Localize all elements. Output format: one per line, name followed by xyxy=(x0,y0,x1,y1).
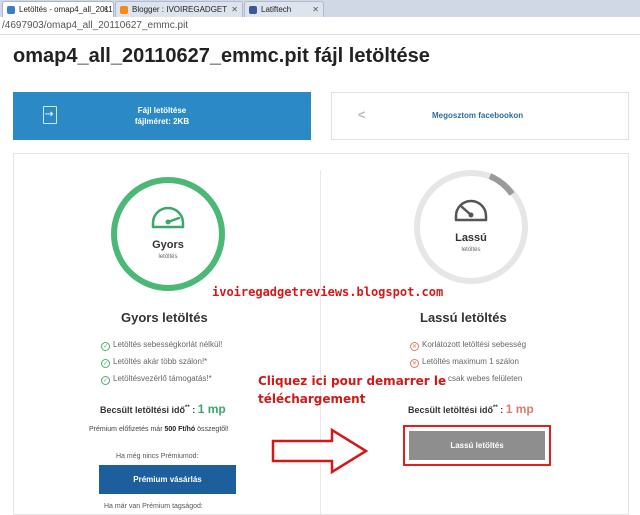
close-icon[interactable]: ✕ xyxy=(312,2,319,17)
share-icon: < xyxy=(358,107,366,122)
premium-buy-button[interactable]: Prémium vásárlás xyxy=(99,465,236,494)
fast-feature-item: ✓ Letöltés sebességkorlát nélkül! xyxy=(101,340,223,351)
tab-label: Letöltés - omap4_all_2011 xyxy=(19,5,113,14)
blog-watermark: ivoiregadgetreviews.blogspot.com xyxy=(212,285,444,299)
check-icon: ✓ xyxy=(101,359,110,368)
address-bar[interactable]: /4697903/omap4_all_20110627_emmc.pit xyxy=(0,17,640,35)
slow-feature-item: csak webes felületen xyxy=(448,374,523,383)
slow-gauge-ring xyxy=(414,170,528,284)
slow-gauge-name: Lassú xyxy=(455,232,487,244)
fast-title: Gyors letöltés xyxy=(121,310,208,325)
tab-latiftech[interactable]: Latiftech ✕ xyxy=(244,1,324,17)
share-label: Megosztom facebookon xyxy=(432,111,524,120)
close-icon[interactable]: ✕ xyxy=(231,2,238,17)
fast-feature-item: ✓ Letöltés akár több szálon!* xyxy=(101,357,208,368)
x-icon: ✕ xyxy=(410,342,419,351)
slow-gauge-sub: letöltés xyxy=(461,247,481,253)
slow-estimated-time: Becsült letöltési idő** : 1 mp xyxy=(408,402,534,416)
tab-blogger[interactable]: Blogger : IVOIREGADGET ✕ xyxy=(115,1,243,17)
browser-tab-bar: Letöltés - omap4_all_2011 ✕ Blogger : IV… xyxy=(0,0,640,17)
tab-letoltes[interactable]: Letöltés - omap4_all_2011 ✕ xyxy=(2,1,114,17)
fast-gauge: Gyors letöltés xyxy=(109,175,227,293)
has-premium-label: Ha már van Prémium tagságod: xyxy=(104,503,203,510)
facebook-icon xyxy=(249,6,257,14)
tab-label: Blogger : IVOIREGADGET xyxy=(132,5,228,14)
tab-label: Latiftech xyxy=(261,5,292,14)
premium-price-note: Prémium előfizetés már 500 Ft/hó összegt… xyxy=(89,426,229,433)
slow-download-button[interactable]: Lassú letöltés xyxy=(409,431,545,460)
no-premium-label: Ha még nincs Prémiumod: xyxy=(116,453,199,460)
arrow-right-icon xyxy=(271,427,369,475)
slow-feature-item: ✕ Letöltés maximum 1 szálon xyxy=(410,357,519,368)
file-download-button[interactable]: Fájl letöltése fájlméret: 2KB xyxy=(13,92,311,140)
x-icon: ✕ xyxy=(410,359,419,368)
fast-gauge-sub: letöltés xyxy=(158,254,178,260)
page-title: omap4_all_20110627_emmc.pit fájl letölté… xyxy=(13,45,430,67)
fast-time-value: 1 mp xyxy=(197,402,226,416)
fast-feature-item: ✓ Letöltésvezérlő támogatás!* xyxy=(101,374,212,385)
fast-gauge-ring xyxy=(111,177,225,291)
blogger-icon xyxy=(120,6,128,14)
slow-time-value: 1 mp xyxy=(505,402,534,416)
fast-estimated-time: Becsült letöltési idő** : 1 mp xyxy=(100,402,226,416)
check-icon: ✓ xyxy=(101,342,110,351)
fast-gauge-name: Gyors xyxy=(152,239,184,251)
site-favicon-icon xyxy=(7,6,15,14)
slow-feature-item: ✕ Korlátozott letöltési sebesség xyxy=(410,340,527,351)
slow-gauge: Lassú letöltés xyxy=(412,168,530,286)
close-icon[interactable]: ✕ xyxy=(102,2,109,17)
facebook-share-button[interactable]: < Megosztom facebookon xyxy=(331,92,629,140)
check-icon: ✓ xyxy=(101,376,110,385)
file-size-label: fájlméret: 2KB xyxy=(134,117,190,126)
address-text: /4697903/omap4_all_20110627_emmc.pit xyxy=(2,20,189,31)
download-label: Fájl letöltése xyxy=(137,106,187,115)
slow-title: Lassú letöltés xyxy=(420,310,507,325)
